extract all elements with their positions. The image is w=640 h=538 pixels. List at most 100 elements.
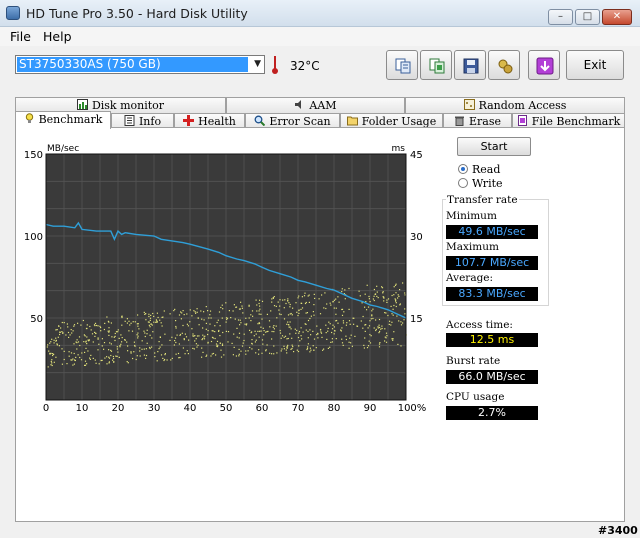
access-time-point — [256, 310, 258, 312]
start-button[interactable]: Start — [457, 137, 531, 156]
access-time-point — [247, 350, 249, 352]
access-time-point — [383, 300, 385, 302]
tab-benchmark[interactable]: Benchmark — [15, 111, 111, 129]
access-time-point — [233, 346, 235, 348]
access-time-point — [283, 336, 285, 338]
access-time-point — [348, 341, 350, 343]
access-time-point — [47, 344, 49, 346]
access-time-point — [342, 344, 344, 346]
access-time-point — [137, 314, 139, 316]
access-time-point — [178, 314, 181, 316]
access-time-point — [186, 313, 188, 315]
access-time-point — [340, 329, 342, 331]
access-time-point — [110, 343, 112, 345]
access-time-point — [298, 330, 301, 333]
maximum-value: 107.7 MB/sec — [446, 256, 538, 270]
access-time-point — [107, 320, 109, 322]
access-time-point — [371, 310, 373, 312]
access-time-point — [379, 342, 381, 344]
access-time-point — [144, 313, 146, 315]
access-time-point — [72, 358, 74, 360]
access-time-point — [297, 336, 300, 339]
access-time-point — [394, 298, 396, 300]
access-time-point — [265, 350, 267, 352]
access-time-point — [66, 363, 68, 365]
access-time-point — [258, 349, 260, 351]
access-time-point — [346, 322, 348, 324]
access-time-point — [148, 321, 150, 323]
access-time-point — [245, 324, 247, 326]
access-time-point — [183, 339, 185, 341]
access-time-point — [159, 319, 161, 321]
access-time-point — [379, 330, 381, 332]
access-time-point — [281, 348, 283, 350]
access-time-point — [146, 333, 148, 335]
access-time-point — [221, 304, 223, 306]
access-time-point — [341, 314, 344, 316]
access-time-point — [137, 332, 139, 334]
access-time-point — [370, 318, 372, 320]
access-time-point — [181, 332, 183, 334]
access-time-point — [235, 306, 238, 308]
access-time-point — [263, 334, 265, 336]
access-time-point — [322, 349, 324, 351]
access-time-point — [299, 340, 301, 342]
access-time-point — [117, 331, 119, 333]
access-time-point — [214, 337, 216, 340]
access-time-point — [136, 355, 138, 357]
x-tick-label: 40 — [184, 403, 197, 414]
access-time-point — [76, 339, 78, 341]
access-time-point — [370, 335, 372, 337]
access-time-point — [297, 350, 300, 353]
access-time-point — [120, 343, 122, 345]
access-time-point — [175, 353, 177, 355]
access-time-point — [73, 343, 75, 345]
access-time-point — [61, 348, 63, 350]
access-time-point — [194, 340, 196, 342]
access-time-point — [153, 321, 155, 323]
access-time-point — [251, 310, 254, 312]
access-time-point — [150, 323, 152, 325]
access-time-point — [384, 340, 386, 342]
access-time-point — [108, 362, 110, 364]
access-time-point — [332, 324, 334, 326]
access-time-point — [325, 324, 327, 326]
access-time-point — [279, 305, 281, 307]
access-time-point — [100, 359, 102, 362]
access-time-point — [94, 331, 96, 333]
access-time-point — [209, 314, 211, 316]
access-time-point — [100, 330, 102, 332]
minimum-label: Minimum — [446, 210, 497, 222]
access-time-point — [326, 338, 328, 340]
access-time-point — [192, 347, 194, 349]
access-time-point — [259, 308, 261, 310]
access-time-point — [291, 337, 293, 339]
access-time-point — [273, 305, 276, 307]
access-time-point — [295, 302, 297, 304]
access-time-point — [259, 299, 261, 301]
access-time-point — [202, 351, 204, 353]
access-time-point — [333, 326, 335, 328]
access-time-point — [50, 352, 52, 354]
access-time-point — [307, 319, 310, 322]
access-time-point — [297, 297, 299, 299]
x-tick-label: 50 — [220, 403, 233, 414]
access-time-point — [63, 350, 65, 352]
access-time-point — [287, 314, 290, 316]
access-time-point — [320, 328, 322, 331]
access-time-point — [381, 286, 383, 288]
read-radio-dot[interactable] — [458, 164, 468, 174]
access-time-point — [79, 344, 81, 347]
access-time-point — [369, 320, 371, 322]
access-time-point — [331, 338, 333, 340]
access-time-point — [348, 320, 351, 322]
access-time-point — [187, 353, 189, 355]
access-time-point — [157, 316, 159, 319]
write-radio-dot[interactable] — [458, 178, 468, 188]
access-time-value: 12.5 ms — [446, 333, 538, 347]
access-time-point — [306, 312, 308, 314]
access-time-point — [116, 355, 118, 357]
access-time-point — [73, 363, 75, 365]
access-time-point — [211, 353, 213, 355]
access-time-point — [215, 343, 218, 345]
